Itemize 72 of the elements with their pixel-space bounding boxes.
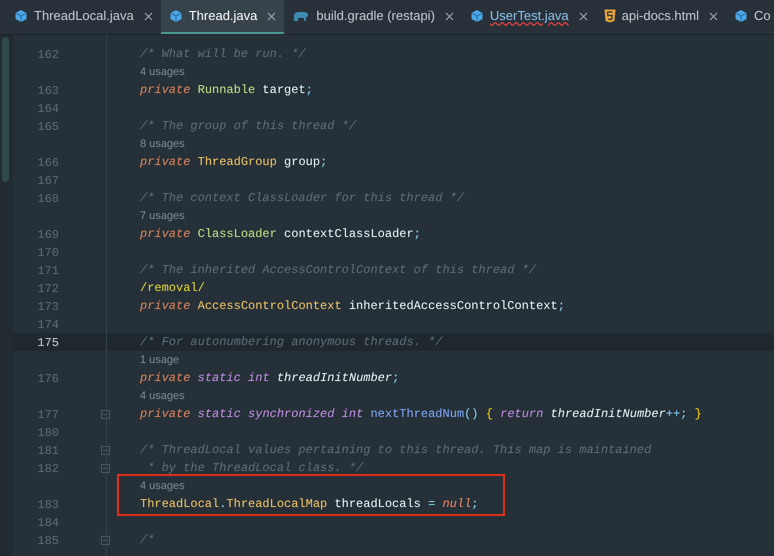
line-number: 175	[37, 336, 59, 350]
code-line: private ClassLoader contextClassLoader;	[140, 226, 421, 243]
elephant-icon	[292, 10, 310, 22]
editor-tab[interactable]: ThreadLocal.java	[6, 0, 161, 34]
code-line: /* ThreadLocal values pertaining to this thread. This map is maintained	[140, 442, 652, 459]
cube-icon	[168, 9, 183, 23]
close-icon[interactable]	[267, 12, 276, 20]
line-number: 167	[37, 174, 59, 188]
tab-label: Co	[754, 7, 771, 26]
code-line: * by the ThreadLocal class. */	[146, 460, 364, 477]
editor-tab[interactable]: Thread.java	[160, 0, 284, 34]
code-line: /removal/	[140, 280, 205, 297]
code-line: private static synchronized int nextThreadNum() { return threadInitNumber++; }	[140, 406, 702, 423]
code-line: /* The inherited AccessControlContext of this thread */	[140, 262, 536, 279]
fold-marker-icon[interactable]	[101, 410, 110, 418]
fold-marker-icon[interactable]	[101, 536, 110, 544]
code-line: private Runnable target;	[140, 82, 313, 99]
scrollbar-thumb[interactable]	[2, 37, 9, 182]
line-number: 177	[37, 408, 59, 422]
line-number: 165	[37, 120, 59, 134]
close-icon[interactable]	[444, 12, 454, 20]
code-line: private ThreadGroup group;	[140, 154, 328, 171]
code-line: /*	[140, 532, 154, 549]
editor-tab[interactable]: Co	[726, 0, 774, 34]
line-number: 168	[37, 192, 59, 206]
editor-tab[interactable]: UserTest.java	[462, 0, 596, 34]
fold-marker-icon[interactable]	[101, 464, 110, 472]
editor-tab[interactable]: build.gradle (restapi)	[284, 0, 462, 34]
line-number: 162	[37, 48, 59, 62]
line-number: 173	[37, 300, 59, 314]
usages-hint[interactable]: 4 usages	[140, 66, 185, 78]
usages-hint[interactable]: 1 usage	[140, 354, 180, 366]
usages-hint[interactable]: 7 usages	[140, 210, 185, 222]
close-icon[interactable]	[144, 12, 153, 20]
line-number: 171	[37, 264, 59, 278]
line-number: 181	[37, 444, 59, 458]
code-line: /* What will be run. */	[140, 46, 306, 63]
line-number: 172	[37, 282, 59, 296]
line-number: 183	[37, 498, 59, 512]
line-number: 163	[37, 84, 59, 98]
cube-icon	[470, 9, 484, 23]
tab-label: Thread.java	[188, 7, 258, 26]
code-line: private AccessControlContext inheritedAccessControlContext;	[140, 298, 565, 315]
line-number: 166	[37, 156, 59, 170]
code-line: /* The context ClassLoader for this thread */	[140, 190, 464, 207]
line-number: 180	[37, 426, 59, 440]
editor-tab[interactable]: api-docs.html	[596, 0, 726, 34]
line-number: 164	[37, 102, 59, 116]
code-line: ThreadLocal.ThreadLocalMap threadLocals = null;	[140, 496, 478, 513]
usages-hint[interactable]: 4 usages	[140, 390, 185, 402]
code-line: /* For autonumbering anonymous threads. */	[140, 334, 442, 351]
line-number: 176	[37, 372, 59, 386]
cube-icon	[734, 9, 748, 23]
line-number: 170	[37, 246, 59, 260]
html-shield-icon	[604, 9, 616, 23]
fold-marker-icon[interactable]	[101, 446, 110, 454]
line-number: 169	[37, 228, 59, 242]
tab-label: build.gradle (restapi)	[316, 7, 435, 26]
cube-icon	[14, 9, 28, 23]
line-number: 185	[37, 534, 59, 548]
close-icon[interactable]	[578, 12, 588, 20]
tab-label: ThreadLocal.java	[34, 7, 134, 26]
usages-hint[interactable]: 8 usages	[140, 138, 185, 150]
line-number: 174	[37, 318, 59, 332]
line-number: 182	[37, 462, 59, 476]
tab-label: UserTest.java	[490, 7, 569, 26]
tab-label: api-docs.html	[622, 7, 699, 26]
code-line: private static int threadInitNumber;	[140, 370, 400, 387]
close-icon[interactable]	[708, 12, 718, 20]
code-line: /* The group of this thread */	[140, 118, 356, 135]
usages-hint[interactable]: 4 usages	[140, 480, 185, 492]
line-number: 184	[37, 516, 59, 530]
